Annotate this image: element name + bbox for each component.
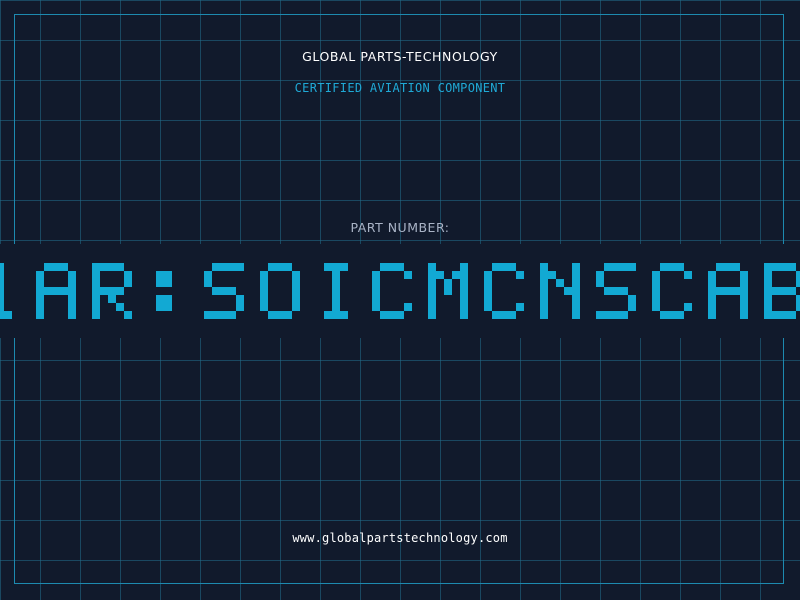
part-number-char: [0, 263, 12, 319]
part-number-char: [596, 263, 636, 319]
website-url: www.globalpartstechnology.com: [292, 531, 508, 545]
part-number-char: [260, 263, 300, 319]
part-number-char: [428, 263, 468, 319]
part-number-label: PART NUMBER:: [350, 220, 450, 235]
part-number-char: [708, 263, 748, 319]
part-number-char: [764, 263, 800, 319]
part-number-char: [204, 263, 244, 319]
part-number-display: [0, 263, 800, 319]
company-name: GLOBAL PARTS-TECHNOLOGY: [302, 49, 498, 64]
part-number-char: [156, 271, 172, 311]
part-number-char: [324, 263, 348, 319]
part-number-char: [652, 263, 692, 319]
certification-subtitle: CERTIFIED AVIATION COMPONENT: [294, 81, 506, 95]
part-number-char: [36, 263, 76, 319]
part-number-char: [92, 263, 132, 319]
part-number-char: [372, 263, 412, 319]
part-number-char: [484, 263, 524, 319]
part-number-char: [540, 263, 580, 319]
label-card: GLOBAL PARTS-TECHNOLOGY CERTIFIED AVIATI…: [0, 0, 800, 600]
